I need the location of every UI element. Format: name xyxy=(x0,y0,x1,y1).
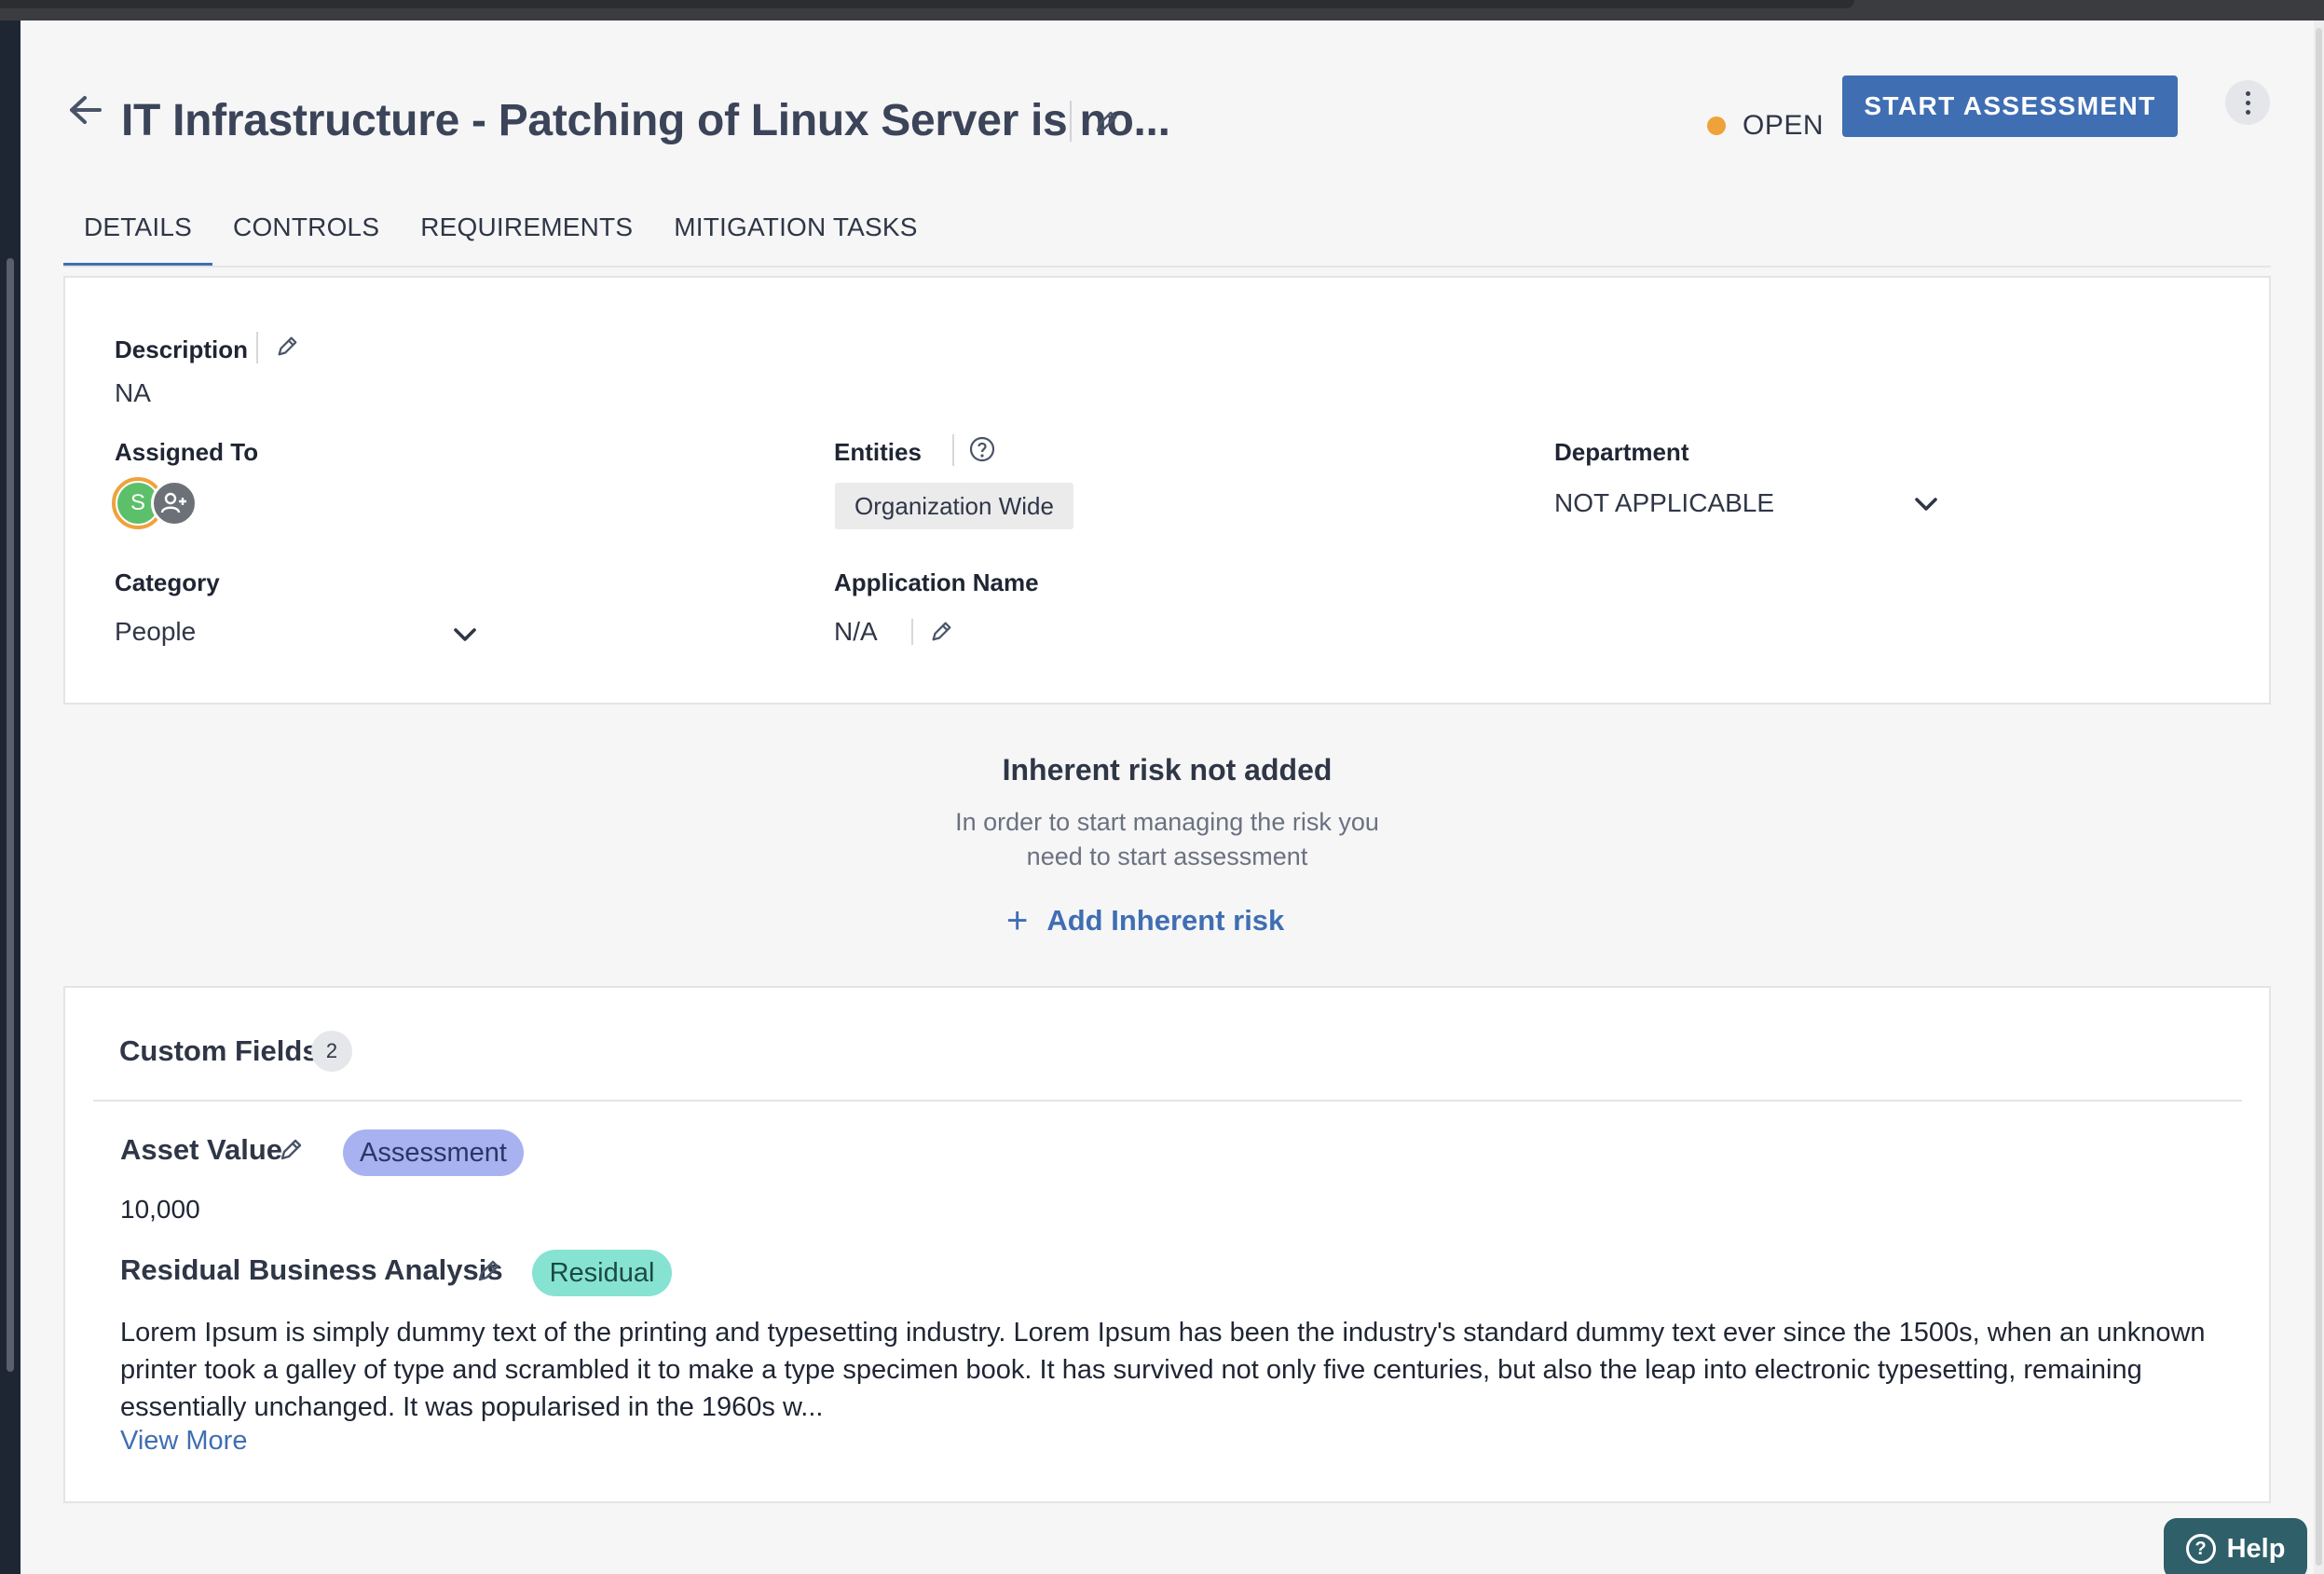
edit-residual-business-analysis-icon[interactable] xyxy=(470,1252,507,1290)
status-text: OPEN xyxy=(1743,110,1825,141)
entities-label: Entities xyxy=(834,438,922,466)
residual-tag: Residual xyxy=(532,1250,672,1296)
residual-business-analysis-value: Lorem Ipsum is simply dummy text of the … xyxy=(120,1318,2206,1422)
edit-application-icon[interactable] xyxy=(924,615,958,649)
edit-title-icon[interactable] xyxy=(1090,106,1122,138)
inherent-risk-message-line-1: In order to start managing the risk you xyxy=(955,808,1379,836)
add-inherent-risk-button[interactable]: + Add Inherent risk xyxy=(1006,900,1285,941)
application-divider xyxy=(911,619,913,645)
description-value: NA xyxy=(115,378,151,407)
department-label: Department xyxy=(1554,438,1689,466)
edit-asset-value-icon[interactable] xyxy=(272,1131,309,1169)
residual-business-analysis-field-name: Residual Business Analysis xyxy=(120,1253,503,1286)
details-card: Description NA Assigned To S Entities Or… xyxy=(63,276,2271,705)
assessment-tag: Assessment xyxy=(343,1129,524,1176)
asset-value: 10,000 xyxy=(120,1195,200,1224)
page-scrollbar[interactable] xyxy=(2314,21,2324,1574)
start-assessment-button[interactable]: START ASSESSMENT xyxy=(1842,75,2178,137)
tab-requirements[interactable]: REQUIREMENTS xyxy=(400,207,653,267)
question-icon: ? xyxy=(2185,1534,2216,1564)
view-more-link[interactable]: View More xyxy=(120,1426,247,1457)
inherent-risk-title: Inherent risk not added xyxy=(1002,753,1333,787)
entities-divider xyxy=(952,434,954,466)
browser-tab-track xyxy=(0,0,1854,8)
description-divider xyxy=(256,332,258,363)
add-assignee-icon[interactable] xyxy=(151,480,198,527)
assigned-to-label: Assigned To xyxy=(115,438,259,466)
page: IT Infrastructure - Patching of Linux Se… xyxy=(21,21,2314,1574)
inherent-risk-message: In order to start managing the risk you … xyxy=(21,805,2314,874)
tab-details[interactable]: DETAILS xyxy=(63,207,213,267)
page-title: IT Infrastructure - Patching of Linux Se… xyxy=(121,96,1170,145)
page-scrollbar-thumb[interactable] xyxy=(2316,28,2322,1566)
asset-value-field-name: Asset Value xyxy=(120,1133,283,1166)
category-value[interactable]: People xyxy=(115,617,196,647)
edit-description-icon[interactable] xyxy=(270,330,304,363)
category-chevron-down-icon[interactable] xyxy=(451,624,481,647)
title-divider xyxy=(1070,101,1072,142)
custom-fields-title: Custom Fields xyxy=(119,1034,319,1067)
department-value[interactable]: NOT APPLICABLE xyxy=(1554,488,1774,518)
browser-top-bar xyxy=(0,0,2324,21)
help-label: Help xyxy=(2226,1533,2286,1564)
help-circle-icon[interactable] xyxy=(965,432,999,466)
application-name-value: N/A xyxy=(834,617,878,646)
custom-fields-count-badge: 2 xyxy=(311,1031,352,1072)
left-scrollbar[interactable] xyxy=(7,258,14,1372)
application-name-label: Application Name xyxy=(834,568,1039,596)
tab-mitigation-tasks[interactable]: MITIGATION TASKS xyxy=(653,207,937,267)
help-button[interactable]: ? Help xyxy=(2164,1518,2307,1574)
tab-bar: DETAILS CONTROLS REQUIREMENTS MITIGATION… xyxy=(63,207,938,267)
inherent-risk-message-line-2: need to start assessment xyxy=(1026,842,1308,870)
tab-controls[interactable]: CONTROLS xyxy=(212,207,400,267)
add-inherent-risk-label: Add Inherent risk xyxy=(1046,904,1285,937)
tab-underline xyxy=(63,266,2271,267)
entity-chip: Organization Wide xyxy=(835,483,1073,529)
category-label: Category xyxy=(115,568,220,596)
description-label: Description xyxy=(115,335,249,363)
left-rail xyxy=(0,21,21,1574)
status-badge: OPEN xyxy=(1707,110,1824,142)
more-options-icon[interactable] xyxy=(2225,80,2270,125)
custom-fields-divider xyxy=(93,1100,2242,1102)
department-chevron-down-icon[interactable] xyxy=(1912,494,1942,516)
status-dot xyxy=(1707,116,1726,135)
plus-icon: + xyxy=(1006,900,1029,941)
back-arrow-icon[interactable] xyxy=(62,88,107,132)
